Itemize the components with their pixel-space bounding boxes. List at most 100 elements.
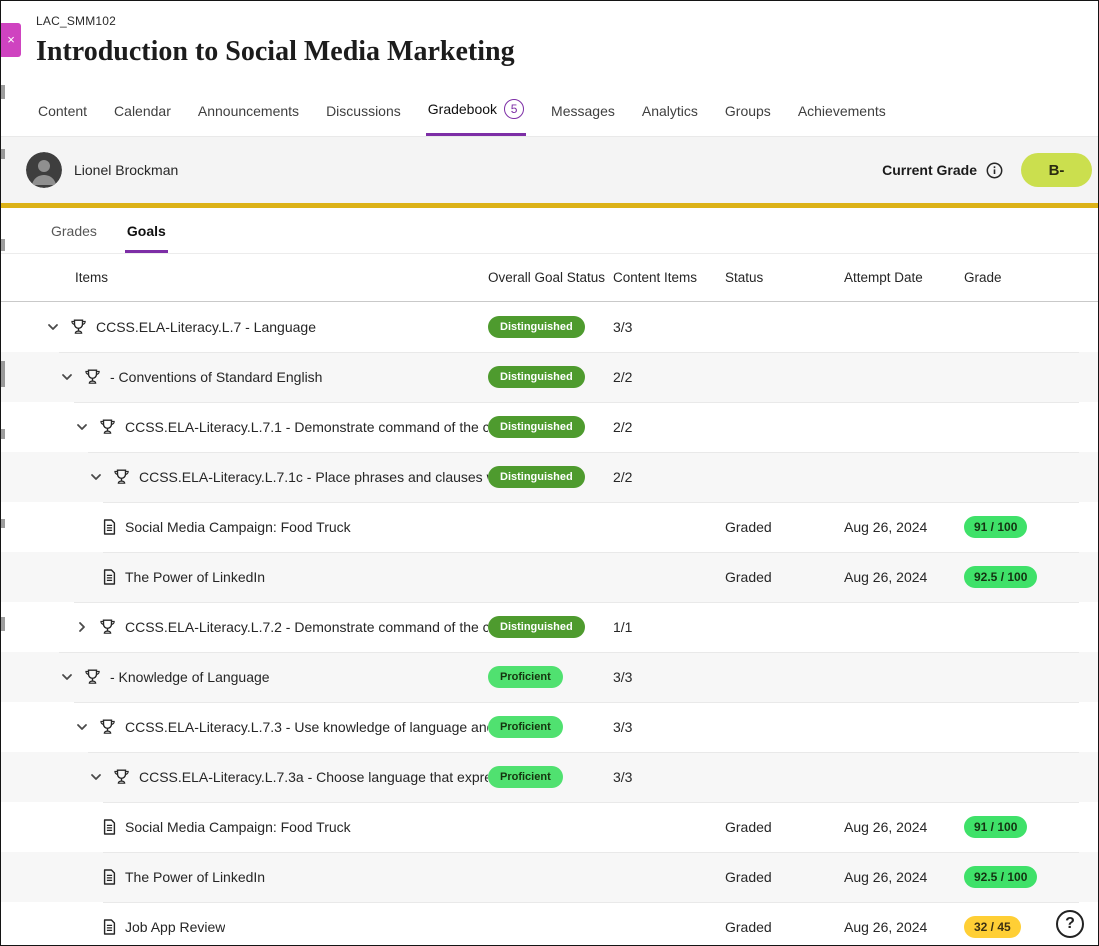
goal-trophy-icon [70, 319, 87, 335]
goal-row[interactable]: - Conventions of Standard English Disting… [1, 352, 1098, 402]
tab-grades[interactable]: Grades [49, 208, 99, 253]
gradebook-page: LAC_SMM102 Introduction to Social Media … [0, 0, 1099, 946]
document-icon [103, 869, 116, 885]
grade-pill[interactable]: 91 / 100 [964, 516, 1027, 538]
content-item-title: Job App Review [125, 919, 225, 935]
grade-pill[interactable]: 92.5 / 100 [964, 866, 1037, 888]
tab-groups[interactable]: Groups [723, 91, 773, 136]
goal-row[interactable]: CCSS.ELA-Literacy.L.7.3a - Choose langua… [1, 752, 1098, 802]
attempt-date: Aug 26, 2024 [844, 569, 927, 585]
content-items-count: 3/3 [613, 669, 632, 685]
content-item-row[interactable]: The Power of LinkedIn Graded Aug 26, 2024 9… [1, 852, 1098, 902]
goal-label: CCSS.ELA-Literacy.L.7.1 - Demonstrate co… [125, 419, 488, 435]
header-content-items: Content Items [613, 270, 725, 285]
tab-label: Discussions [326, 103, 401, 119]
gradebook-subtabs: Grades Goals [1, 208, 1098, 254]
goal-label: - Knowledge of Language [110, 669, 270, 685]
tab-label: Calendar [114, 103, 171, 119]
course-title: Introduction to Social Media Marketing [36, 35, 1078, 69]
goal-label: CCSS.ELA-Literacy.L.7.3a - Choose langua… [139, 769, 488, 785]
content-items-count: 3/3 [613, 769, 632, 785]
goal-trophy-icon [113, 769, 130, 785]
goal-label: - Conventions of Standard English [110, 369, 322, 385]
content-item-row[interactable]: The Power of LinkedInGradedAug 26, 20249… [1, 552, 1098, 602]
goal-label: CCSS.ELA-Literacy.L.7.3 - Use knowledge … [125, 719, 488, 735]
content-items-count: 2/2 [613, 469, 632, 485]
content-items-count: 2/2 [613, 419, 632, 435]
grade-pill[interactable]: 92.5 / 100 [964, 566, 1037, 588]
tab-gradebook[interactable]: Gradebook 5 [426, 87, 526, 136]
content-items-count: 3/3 [613, 319, 632, 335]
chevron-down-icon[interactable] [74, 719, 90, 735]
tab-label: Messages [551, 103, 615, 119]
chevron-right-icon[interactable] [74, 619, 90, 635]
student-name: Lionel Brockman [74, 162, 178, 178]
tab-discussions[interactable]: Discussions [324, 91, 403, 136]
content-item-title: The Power of LinkedIn [125, 869, 265, 885]
content-item-title: Social Media Campaign: Food Truck [125, 819, 351, 835]
gradebook-count-badge: 5 [504, 99, 524, 119]
tab-label: Content [38, 103, 87, 119]
header-grade: Grade [964, 270, 1079, 285]
goal-row[interactable]: CCSS.ELA-Literacy.L.7.3 - Use knowledge … [1, 702, 1098, 752]
tab-achievements[interactable]: Achievements [796, 91, 888, 136]
chevron-down-icon[interactable] [88, 469, 104, 485]
content-items-count: 3/3 [613, 719, 632, 735]
attempt-date: Aug 26, 2024 [844, 819, 927, 835]
tab-messages[interactable]: Messages [549, 91, 617, 136]
chevron-down-icon[interactable] [88, 769, 104, 785]
goal-row[interactable]: CCSS.ELA-Literacy.L.7.1c - Place phrases… [1, 452, 1098, 502]
document-icon [103, 519, 116, 535]
goal-row[interactable]: - Knowledge of Language Proficient 3/3 [1, 652, 1098, 702]
tab-announcements[interactable]: Announcements [196, 91, 301, 136]
attempt-date: Aug 26, 2024 [844, 869, 927, 885]
document-icon [103, 569, 116, 585]
status-text: Graded [725, 519, 772, 535]
avatar[interactable] [26, 152, 62, 188]
goal-trophy-icon [113, 469, 130, 485]
panel-close-button[interactable]: × [1, 23, 21, 57]
grade-pill[interactable]: 91 / 100 [964, 816, 1027, 838]
status-text: Graded [725, 819, 772, 835]
goal-row[interactable]: CCSS.ELA-Literacy.L.7.2 - Demonstrate co… [1, 602, 1098, 652]
info-icon[interactable] [986, 162, 1003, 179]
goal-label: CCSS.ELA-Literacy.L.7 - Language [96, 319, 316, 335]
goal-status-badge: Proficient [488, 666, 563, 688]
help-button[interactable]: ? [1056, 910, 1084, 938]
chevron-down-icon[interactable] [45, 319, 61, 335]
chevron-down-icon[interactable] [59, 369, 75, 385]
tab-analytics[interactable]: Analytics [640, 91, 700, 136]
tab-label: Announcements [198, 103, 299, 119]
tab-goals[interactable]: Goals [125, 208, 168, 253]
goal-label: CCSS.ELA-Literacy.L.7.1c - Place phrases… [139, 469, 488, 485]
status-text: Graded [725, 869, 772, 885]
attempt-date: Aug 26, 2024 [844, 519, 927, 535]
tab-content[interactable]: Content [36, 91, 89, 136]
grade-pill[interactable]: 32 / 45 [964, 916, 1021, 938]
chevron-down-icon[interactable] [74, 419, 90, 435]
goal-status-badge: Distinguished [488, 466, 585, 488]
chevron-down-icon[interactable] [59, 669, 75, 685]
content-item-title: The Power of LinkedIn [125, 569, 265, 585]
goal-trophy-icon [84, 669, 101, 685]
tab-label: Achievements [798, 103, 886, 119]
tab-label: Groups [725, 103, 771, 119]
subtab-label: Grades [51, 223, 97, 239]
goals-table-body: CCSS.ELA-Literacy.L.7 - Language Distingu… [1, 302, 1098, 946]
header-status: Status [725, 270, 844, 285]
goal-status-badge: Distinguished [488, 316, 585, 338]
goal-row[interactable]: CCSS.ELA-Literacy.L.7 - Language Distingu… [1, 302, 1098, 352]
goal-status-badge: Proficient [488, 766, 563, 788]
tab-calendar[interactable]: Calendar [112, 91, 173, 136]
content-item-row[interactable]: Social Media Campaign: Food TruckGradedA… [1, 502, 1098, 552]
content-item-row[interactable]: Social Media Campaign: Food Truck Graded A… [1, 802, 1098, 852]
goal-row[interactable]: CCSS.ELA-Literacy.L.7.1 - Demonstrate co… [1, 402, 1098, 452]
goal-trophy-icon [99, 719, 116, 735]
subtab-label: Goals [127, 223, 166, 239]
goal-status-badge: Distinguished [488, 366, 585, 388]
header-items: Items [37, 270, 488, 285]
document-icon [103, 919, 116, 935]
overall-grade-pill[interactable]: B- [1021, 153, 1092, 187]
tab-label: Gradebook [428, 101, 497, 117]
content-item-row[interactable]: Job App ReviewGradedAug 26, 202432 / 45 [1, 902, 1098, 946]
